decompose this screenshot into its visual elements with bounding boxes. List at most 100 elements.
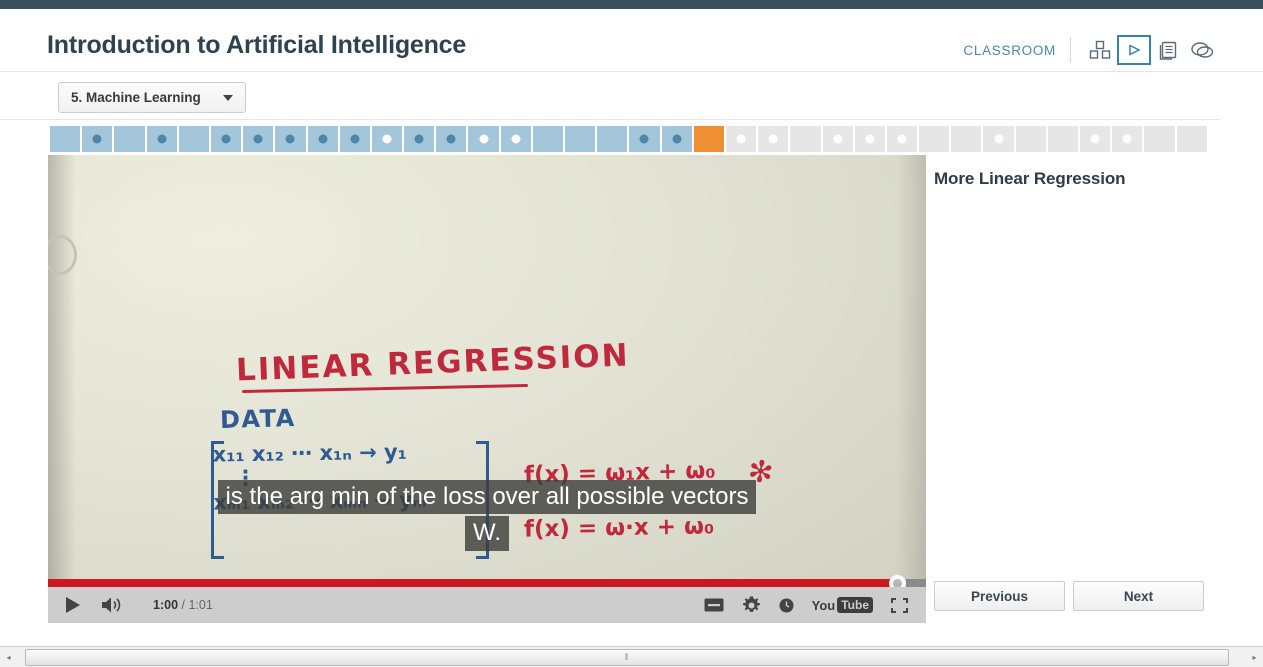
progress-segment-18[interactable] [597,126,628,152]
progress-segment-29[interactable] [951,126,982,152]
progress-segment-14[interactable] [468,126,499,152]
progress-segment-5[interactable] [178,126,209,152]
progress-segment-13[interactable] [436,126,467,152]
board-shadow-left [48,155,76,623]
scrollbar-track[interactable]: ⫴ [17,648,1246,667]
blocks-icon[interactable] [1083,35,1117,65]
progress-segment-2[interactable] [82,126,113,152]
progress-segment-17[interactable] [565,126,596,152]
progress-segment-26[interactable] [854,126,885,152]
video-control-bar: 1:00 / 1:01 You Tube [48,587,926,623]
progress-segment-6[interactable] [210,126,242,152]
progress-segment-dot [157,134,167,144]
video-player[interactable]: LINEAR REGRESSION DATA x₁₁ x₁₂ ⋯ x₁ₙ → y… [48,155,926,623]
clock-icon[interactable] [779,598,794,613]
video-controls-right: You Tube [704,596,926,615]
progress-segment-dot [479,134,489,144]
video-controls-left: 1:00 / 1:01 [48,596,213,614]
progress-segment-22[interactable] [725,126,757,152]
page-title: Introduction to Artificial Intelligence [47,31,467,59]
progress-segment-27[interactable] [886,126,918,152]
module-select-label: 5. Machine Learning [71,90,201,105]
progress-segment-30[interactable] [983,126,1014,152]
video-play-icon[interactable] [1117,35,1151,65]
video-progress-bar[interactable] [48,575,926,592]
notes-document-icon[interactable] [1151,35,1185,65]
whiteboard-image: LINEAR REGRESSION DATA x₁₁ x₁₂ ⋯ x₁ₙ → y… [48,155,926,623]
progress-segment-28[interactable] [919,126,950,152]
progress-segment-dot [768,134,778,144]
matrix-row-ellipsis: ⋮ [234,466,257,491]
progress-segment-9[interactable] [307,126,338,152]
progress-segment-4[interactable] [146,126,177,152]
progress-segment-dot [446,134,456,144]
scrollbar-thumb[interactable]: ⫴ [25,648,1229,666]
closed-captions-icon[interactable] [704,598,724,612]
progress-segment-7[interactable] [243,126,274,152]
progress-segment-dot [833,134,843,144]
header-bottom-edge [0,119,1220,120]
handwriting-matrix: x₁₁ x₁₂ ⋯ x₁ₙ → y₁ ⋮ xₘ₁ xₘ₂ ⋯ xₘₙ → yₘ [213,440,427,515]
lesson-nav-buttons: Previous Next [934,581,1204,611]
progress-segment-dot [736,134,746,144]
handwriting-equation-2: f(x) = ω·x + ω₀ [523,513,715,543]
matrix-row-m: xₘ₁ xₘ₂ ⋯ xₘₙ → yₘ [213,487,427,515]
progress-segment-36[interactable] [1176,126,1207,152]
next-button[interactable]: Next [1073,581,1204,611]
handwriting-title: LINEAR REGRESSION [235,337,631,389]
youtube-logo[interactable]: You Tube [812,597,873,613]
discussion-bubbles-icon[interactable] [1185,35,1219,65]
progress-segment-16[interactable] [532,126,563,152]
progress-segment-25[interactable] [822,126,853,152]
scroll-right-arrow-icon[interactable]: ▸ [1246,648,1263,667]
volume-on-icon[interactable] [101,596,123,614]
progress-segment-24[interactable] [790,126,821,152]
fullscreen-icon[interactable] [891,597,908,613]
progress-segment-21[interactable] [693,126,724,152]
progress-segment-11[interactable] [371,126,403,152]
handwriting-equation-1: f(x) = ω₁x + ω₀ [523,457,716,489]
previous-button[interactable]: Previous [934,581,1065,611]
progress-segment-34[interactable] [1112,126,1143,152]
header-divider [1070,37,1071,63]
handwriting-data-label: DATA [219,404,297,434]
lesson-sidebar: More Linear Regression Previous Next [934,155,1220,623]
progress-segment-dot [897,134,907,144]
scrollbar-grip-icon: ⫴ [624,651,630,662]
scroll-left-arrow-icon[interactable]: ◂ [0,648,17,667]
progress-segment-dot [994,134,1004,144]
progress-segment-33[interactable] [1080,126,1111,152]
progress-segment-23[interactable] [758,126,789,152]
header-actions: CLASSROOM [963,35,1219,65]
gear-icon[interactable] [742,596,761,615]
progress-segment-15[interactable] [500,126,531,152]
progress-segment-dot [92,134,102,144]
progress-segment-19[interactable] [629,126,660,152]
progress-segment-12[interactable] [404,126,435,152]
progress-segment-dot [253,134,263,144]
module-subbar: 5. Machine Learning [0,71,1263,119]
progress-segment-dot [221,134,231,144]
board-shadow-right [896,155,926,623]
progress-segment-32[interactable] [1047,126,1078,152]
progress-segment-8[interactable] [275,126,306,152]
lesson-progress-strip[interactable] [50,126,1207,152]
progress-segment-dot [672,134,682,144]
horizontal-scrollbar[interactable]: ◂ ⫴ ▸ [0,646,1263,667]
progress-segment-dot [865,134,875,144]
progress-segment-dot [1122,134,1132,144]
matrix-row-1: x₁₁ x₁₂ ⋯ x₁ₙ → y₁ [212,439,408,467]
progress-segment-dot [285,134,295,144]
progress-segment-3[interactable] [114,126,145,152]
video-controls: 1:00 / 1:01 You Tube [48,575,926,623]
progress-segment-20[interactable] [661,126,692,152]
progress-segment-dot [382,134,392,144]
progress-segment-35[interactable] [1144,126,1175,152]
video-time-separator: / [178,598,189,612]
progress-segment-1[interactable] [50,126,81,152]
progress-segment-31[interactable] [1015,126,1046,152]
progress-segment-10[interactable] [339,126,370,152]
classroom-link[interactable]: CLASSROOM [963,43,1056,58]
module-select-dropdown[interactable]: 5. Machine Learning [58,82,246,113]
play-icon[interactable] [64,596,81,614]
